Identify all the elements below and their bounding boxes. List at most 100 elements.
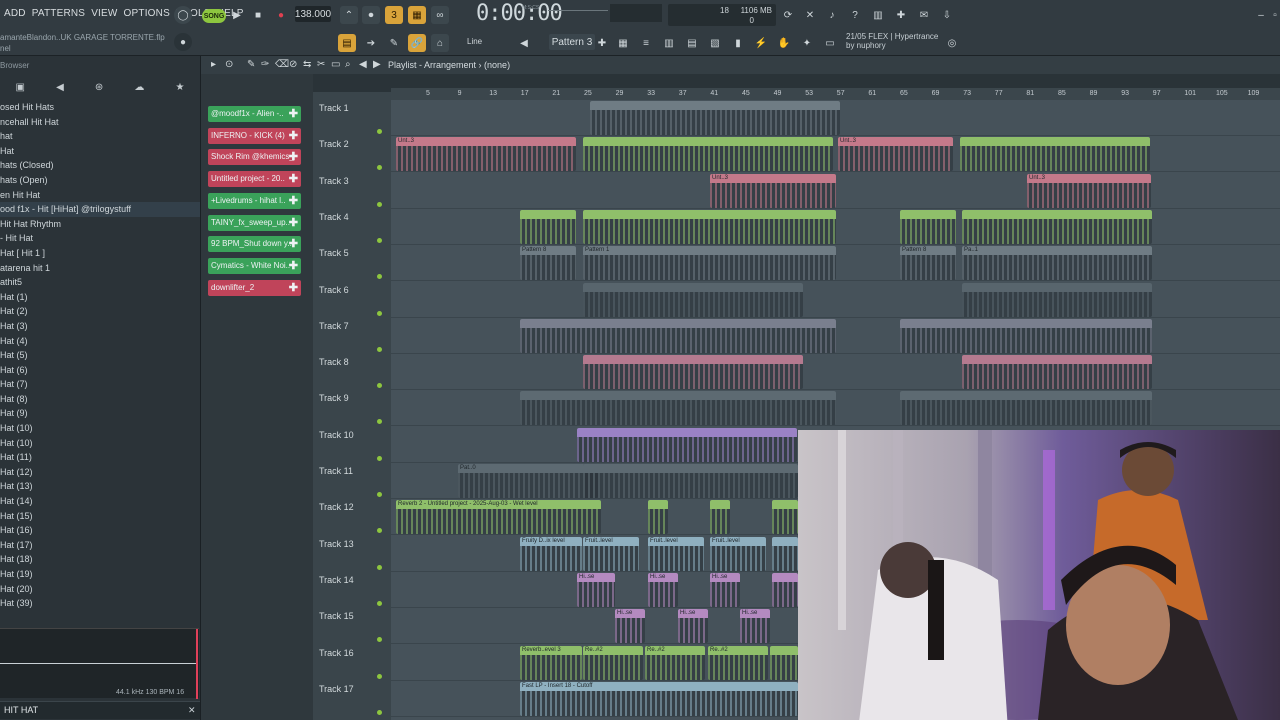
- track-name[interactable]: Track 2: [319, 139, 349, 149]
- microphone-icon[interactable]: ♪: [823, 6, 841, 24]
- menu-options[interactable]: OPTIONS: [124, 8, 170, 19]
- browser-list-item[interactable]: athit5: [0, 275, 200, 290]
- next-icon[interactable]: ➔: [362, 34, 380, 52]
- track-name[interactable]: Track 11: [319, 466, 353, 476]
- mute-tool-icon[interactable]: ⊘: [289, 59, 297, 70]
- track-name[interactable]: Track 15: [319, 611, 354, 621]
- playlist-clip[interactable]: Hi..se: [740, 609, 770, 644]
- browser-list-item[interactable]: Hat (19): [0, 567, 200, 582]
- playlist-clip[interactable]: [520, 391, 836, 426]
- news-panel[interactable]: 21/05 FLEX | Hypertrance by nuphory: [846, 32, 938, 50]
- touch-controller-icon[interactable]: ✋: [775, 34, 793, 52]
- plugin-icon[interactable]: ⊛: [95, 82, 103, 93]
- browser-list-item[interactable]: Hat (13): [0, 479, 200, 494]
- playlist-clip[interactable]: Hi..se: [648, 572, 678, 607]
- clip-source-item[interactable]: 92 BPM_Shut down y.. ✚: [208, 236, 301, 253]
- playlist-clip[interactable]: [900, 209, 956, 244]
- paint-tool-icon[interactable]: ✑: [261, 59, 269, 70]
- track-mute-led[interactable]: [377, 129, 382, 134]
- browser-list-item[interactable]: Hat (16): [0, 523, 200, 538]
- track-mute-led[interactable]: [377, 492, 382, 497]
- track-mute-led[interactable]: [377, 673, 382, 679]
- browser-list-item[interactable]: Hat (18): [0, 552, 200, 567]
- chat-icon[interactable]: ✉: [915, 6, 933, 24]
- blend-notes-icon[interactable]: ▦: [408, 6, 426, 24]
- track-mute-led[interactable]: [377, 201, 382, 207]
- menu-view[interactable]: VIEW: [91, 8, 117, 19]
- browser-list-item[interactable]: Hat (9): [0, 406, 200, 421]
- search-input[interactable]: HIT HAT: [4, 705, 38, 715]
- arrangement-icon[interactable]: ▶: [373, 59, 381, 70]
- playlist-clip[interactable]: Hi..se: [678, 609, 708, 644]
- metronome-icon[interactable]: ⌃: [340, 6, 358, 24]
- playlist-clip[interactable]: Reverb 2 - Untitled project - 2025-Aug-0…: [396, 500, 601, 535]
- plugin-database-icon[interactable]: ✚: [892, 6, 910, 24]
- script-output-icon[interactable]: ▭: [821, 34, 839, 52]
- star-icon[interactable]: ★: [175, 82, 184, 93]
- track-name[interactable]: Track 8: [319, 357, 349, 367]
- record-icon[interactable]: ●: [272, 6, 290, 24]
- add-clip-icon[interactable]: ✚: [289, 149, 298, 165]
- menu-patterns[interactable]: PATTERNS: [32, 8, 85, 19]
- playlist-clip[interactable]: Fruity D..ix level: [520, 536, 582, 571]
- playlist-clip[interactable]: Unt..3: [396, 137, 576, 172]
- playlist-clip[interactable]: Pattern 8: [900, 246, 956, 281]
- playlist-clip[interactable]: Hi..se: [710, 572, 740, 607]
- news-close-icon[interactable]: ◎: [943, 34, 961, 52]
- countdown-icon[interactable]: 3: [385, 6, 403, 24]
- add-clip-icon[interactable]: ✚: [289, 215, 298, 231]
- link-icon[interactable]: 🔗: [408, 34, 426, 52]
- playlist-clip[interactable]: [962, 209, 1152, 244]
- panic-icon[interactable]: ✕: [801, 6, 819, 24]
- browser-list-item[interactable]: hats (Open): [0, 173, 200, 188]
- menu-add[interactable]: ADD: [4, 8, 26, 19]
- slice-tool-icon[interactable]: ✂: [317, 59, 325, 70]
- song-mode-toggle[interactable]: SONG: [202, 9, 226, 23]
- track-mute-led[interactable]: [377, 310, 382, 316]
- clip-source-item[interactable]: TAINY_fx_sweep_up.. ✚: [208, 214, 301, 231]
- track-mute-led[interactable]: [377, 600, 382, 606]
- track-name[interactable]: Track 7: [319, 321, 349, 331]
- speaker-icon[interactable]: ◀: [56, 82, 64, 93]
- slip-tool-icon[interactable]: ⇆: [303, 59, 311, 70]
- delete-tool-icon[interactable]: ⌫: [275, 59, 289, 70]
- clip-source-item[interactable]: +Livedrums - hihat l.. ✚: [208, 192, 301, 209]
- playlist-clip[interactable]: Pattern 8: [520, 246, 576, 281]
- playlist-clip[interactable]: Re..#2: [645, 645, 705, 680]
- help-icon[interactable]: ?: [846, 6, 864, 24]
- pattern-add-icon[interactable]: ✚: [597, 34, 607, 52]
- wait-input-icon[interactable]: ⏺: [362, 6, 380, 24]
- track-mute-led[interactable]: [377, 237, 382, 243]
- playlist-clip[interactable]: [772, 500, 798, 535]
- track-name[interactable]: Track 1: [319, 103, 349, 113]
- track-name[interactable]: Track 16: [319, 648, 354, 658]
- project-picker-icon[interactable]: ▮: [729, 34, 747, 52]
- browser-list-item[interactable]: Hat (20): [0, 582, 200, 597]
- playlist-clip[interactable]: [583, 355, 803, 390]
- channel-settings-icon[interactable]: ▤: [683, 34, 701, 52]
- playlist-title[interactable]: Playlist - Arrangement › (none): [388, 60, 510, 70]
- browser-list-item[interactable]: Hat (4): [0, 334, 200, 349]
- playlist-clip[interactable]: [520, 318, 836, 353]
- performance-icon[interactable]: ✦: [798, 34, 816, 52]
- browser-list-item[interactable]: ncehall Hit Hat: [0, 115, 200, 130]
- browser-list-item[interactable]: Hat (7): [0, 377, 200, 392]
- playlist-clip[interactable]: [583, 137, 833, 172]
- track-mute-led[interactable]: [377, 709, 382, 715]
- clear-search-icon[interactable]: ✕: [188, 705, 196, 716]
- mixer-window-icon[interactable]: ▥: [660, 34, 678, 52]
- browser-list-item[interactable]: Hat (10): [0, 436, 200, 451]
- track-name[interactable]: Track 5: [319, 248, 349, 258]
- browser-list-item[interactable]: Hat (14): [0, 494, 200, 509]
- tempo-display[interactable]: 138.000: [295, 6, 331, 22]
- pencil-icon[interactable]: ✎: [385, 34, 403, 52]
- snap-icon[interactable]: ⊙: [225, 59, 233, 70]
- playlist-clip[interactable]: [900, 318, 1152, 353]
- playback-tool-icon[interactable]: ◀: [359, 59, 367, 70]
- draw-tool-icon[interactable]: ✎: [247, 59, 255, 70]
- playlist-clip[interactable]: [960, 137, 1150, 172]
- playlist-clip[interactable]: Unt..3: [1027, 173, 1151, 208]
- browser-list-item[interactable]: Hat (17): [0, 538, 200, 553]
- track-name[interactable]: Track 10: [319, 430, 354, 440]
- plugin-picker-icon[interactable]: ⚡: [752, 34, 770, 52]
